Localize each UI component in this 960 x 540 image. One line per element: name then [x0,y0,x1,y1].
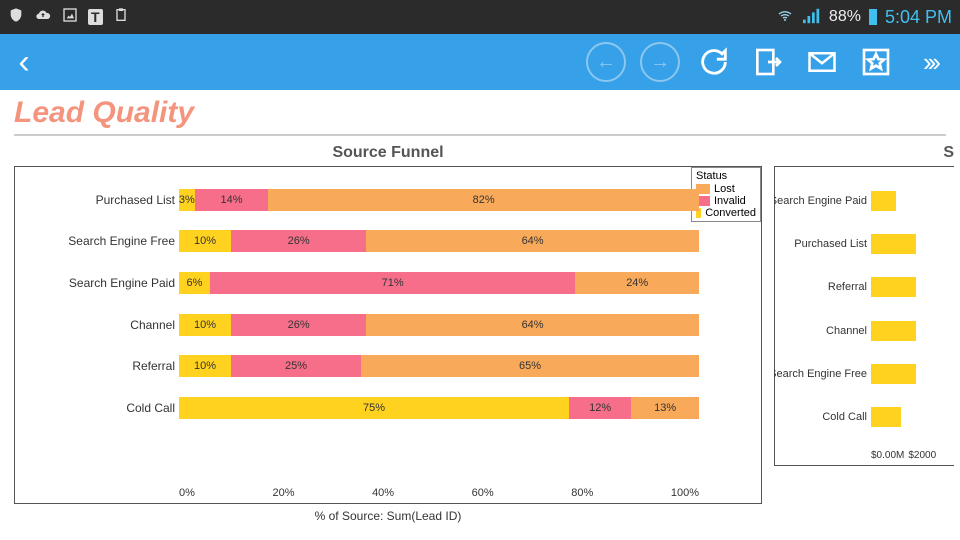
bar-segment-converted: 10% [179,230,231,252]
bar-row: Referral [871,277,954,297]
key-icon: T [88,9,103,25]
bar-row: Purchased List [871,234,954,254]
bar-row: Search Engine Free10%26%64% [179,230,753,252]
chart-source-funnel: Source Funnel Status Lost Invalid Conver… [14,138,762,504]
wifi-icon [775,8,795,27]
bar-segment-lost: 65% [361,355,699,377]
bar-row: Cold Call [871,407,954,427]
back-button[interactable]: ‹ [4,45,44,79]
bar-row: Channel10%26%64% [179,314,753,336]
category-label: Purchased List [794,238,867,250]
category-label: Referral [828,281,867,293]
x-tick: $0.00M [871,450,904,461]
x-tick: 20% [272,487,294,499]
chart-bars: Purchased List3%14%82% Search Engine Free… [179,179,753,429]
signal-icon [803,8,821,27]
chart-secondary: S Search Engine Paid Purchased List Referr… [774,138,954,504]
shield-icon [8,7,24,28]
clock: 5:04 PM [885,7,952,28]
category-label: Search Engine Paid [774,195,867,207]
bar-segment-lost: 64% [366,230,699,252]
bar-row: Referral10%25%65% [179,355,753,377]
bar-track: 10%26%64% [179,230,699,252]
bar-track: 10%26%64% [179,314,699,336]
bar-row: Cold Call75%12%13% [179,397,753,419]
bar-row: Search Engine Free [871,364,954,384]
x-axis-ticks: 0% 20% 40% 60% 80% 100% [179,487,699,499]
category-label: Search Engine Paid [69,276,175,290]
bar-segment [871,407,901,427]
bar-segment-invalid: 25% [231,355,361,377]
bar-segment-invalid: 14% [195,189,269,211]
bar-segment-lost: 82% [268,189,699,211]
bar-segment-invalid: 26% [231,314,366,336]
bar-segment [871,234,916,254]
category-label: Channel [826,325,867,337]
category-label: Search Engine Free [68,234,175,248]
battery-icon [869,9,877,25]
page-header: Lead Quality [14,96,946,136]
bar-track: 75%12%13% [179,397,699,419]
export-button[interactable] [748,42,788,82]
android-status-bar: T 88% 5:04 PM [0,0,960,34]
category-label: Channel [130,318,175,332]
clipboard-icon [113,7,129,28]
mail-button[interactable] [802,42,842,82]
x-tick: 40% [372,487,394,499]
page-title: Lead Quality [14,96,946,130]
bar-segment-invalid: 71% [210,272,576,294]
bar-segment-converted: 10% [179,355,231,377]
x-axis-label: % of Source: Sum(Lead ID) [15,509,761,523]
cloud-upload-icon [34,7,52,28]
bar-row: Search Engine Paid [871,191,954,211]
favorite-button[interactable] [856,42,896,82]
category-label: Cold Call [822,411,867,423]
bar-row: Purchased List3%14%82% [179,189,753,211]
x-axis-ticks: $0.00M $2000 [871,450,936,461]
bar-segment [871,364,916,384]
more-button[interactable]: ››› [910,42,950,82]
nav-prev-button[interactable]: ← [586,42,626,82]
nav-next-button[interactable]: → [640,42,680,82]
x-tick: 100% [671,487,699,499]
bar-row: Search Engine Paid6%71%24% [179,272,753,294]
bar-row: Channel [871,321,954,341]
bar-segment-converted: 3% [179,189,195,211]
bar-segment-converted: 75% [179,397,569,419]
bar-track: 3%14%82% [179,189,699,211]
chart-title: S [774,138,954,166]
bar-segment [871,321,916,341]
bar-segment-converted: 6% [179,272,210,294]
bar-segment [871,191,896,211]
x-tick: $2000 [908,450,936,461]
bar-segment-lost: 24% [575,272,699,294]
refresh-button[interactable] [694,42,734,82]
battery-percent: 88% [829,8,861,26]
bar-track: 10%25%65% [179,355,699,377]
bar-segment-lost: 13% [631,397,699,419]
chart-bars: Search Engine Paid Purchased List Referral… [871,179,954,439]
x-tick: 0% [179,487,195,499]
bar-segment-lost: 64% [366,314,699,336]
x-tick: 60% [472,487,494,499]
bar-segment-invalid: 26% [231,230,366,252]
bar-segment [871,277,916,297]
app-toolbar: ‹ ← → ››› [0,34,960,90]
bar-segment-invalid: 12% [569,397,631,419]
bar-segment-converted: 10% [179,314,231,336]
x-tick: 80% [571,487,593,499]
image-icon [62,7,78,28]
category-label: Cold Call [126,401,175,415]
category-label: Referral [132,359,175,373]
category-label: Search Engine Free [774,368,867,380]
category-label: Purchased List [96,193,175,207]
chart-title: Source Funnel [14,138,762,166]
bar-track: 6%71%24% [179,272,699,294]
